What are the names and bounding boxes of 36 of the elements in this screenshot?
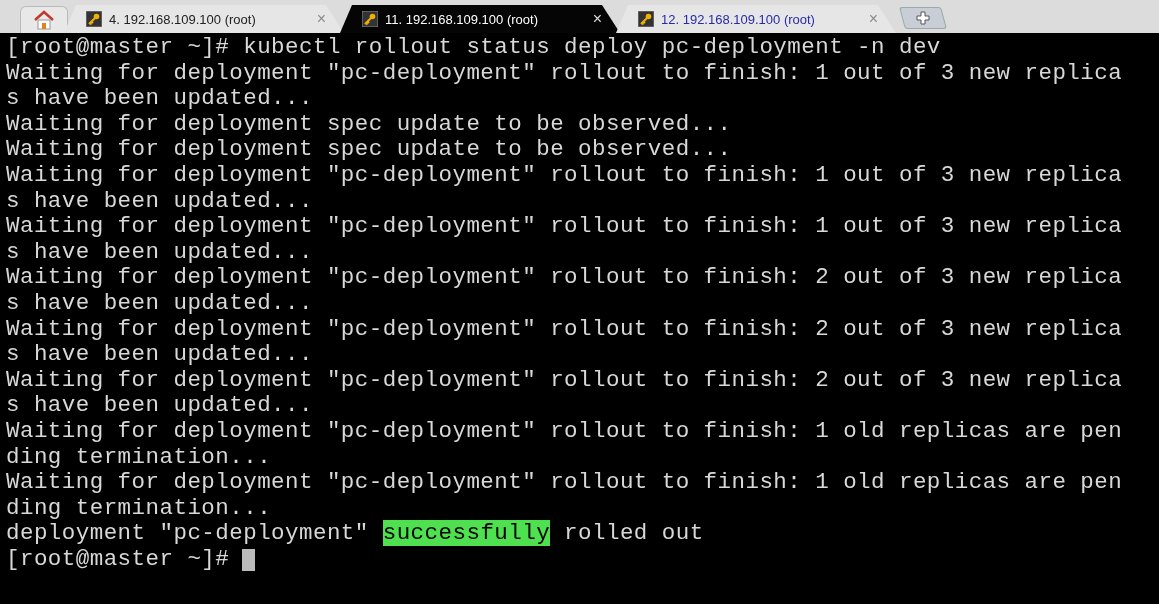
terminal-line: s have been updated... <box>6 342 314 368</box>
terminal-line: Waiting for deployment "pc-deployment" rollout to finish: 2 out of 3 new replica <box>6 265 1124 291</box>
terminal-line: s have been updated... <box>6 188 314 215</box>
plus-icon <box>916 11 930 25</box>
home-tab[interactable] <box>20 6 68 33</box>
terminal-line: ding termination... <box>6 495 273 522</box>
terminal-line: Waiting for deployment "pc-deployment" rollout to finish: 2 out of 3 new replica <box>6 367 1124 394</box>
terminal-line: Waiting for deployment "pc-deployment" rollout to finish: 1 out of 3 new replica <box>6 214 1124 240</box>
terminal-line: Waiting for deployment spec update to be observed... <box>6 111 733 138</box>
text-cursor-icon <box>242 548 256 571</box>
terminal-line: Waiting for deployment "pc-deployment" rollout to finish: 1 out of 3 new replica <box>6 162 1124 189</box>
session-tab[interactable]: 4. 192.168.109.100 (root) × <box>64 5 344 33</box>
terminal-line: s have been updated... <box>6 239 314 266</box>
close-tab-button[interactable]: × <box>592 10 602 28</box>
tab-title: 11. 192.168.109.100 (root) <box>385 11 539 27</box>
terminal-line: s have been updated... <box>6 290 314 317</box>
shell-prompt: [root@master ~]# <box>6 546 230 573</box>
terminal-line: ding termination... <box>6 444 273 471</box>
tab-title: 12. 192.168.109.100 (root) <box>661 11 816 27</box>
new-tab-button[interactable] <box>899 7 947 29</box>
terminal-line: deployment "pc-deployment" successfully rolled out <box>6 521 705 547</box>
terminal-line: Waiting for deployment "pc-deployment" rollout to finish: 1 old replicas are pen <box>6 470 1124 496</box>
session-tab[interactable]: 11. 192.168.109.100 (root) × <box>340 5 620 33</box>
terminal-line: Waiting for deployment "pc-deployment" rollout to finish: 2 out of 3 new replica <box>6 316 1124 343</box>
key-icon <box>86 11 102 27</box>
key-icon <box>362 11 378 27</box>
home-icon <box>33 10 55 30</box>
key-icon <box>638 11 654 27</box>
session-tab[interactable]: 12. 192.168.109.100 (root) × <box>616 5 896 33</box>
terminal-line: Waiting for deployment "pc-deployment" rollout to finish: 1 out of 3 new replica <box>6 60 1124 87</box>
terminal-line: s have been updated... <box>6 86 314 112</box>
terminal-line: [root@master ~]# kubectl rollout status deploy pc-deployment -n dev <box>6 35 942 61</box>
terminal-line: Waiting for deployment spec update to be observed... <box>6 137 733 163</box>
terminal-line: Waiting for deployment "pc-deployment" rollout to finish: 1 old replicas are pen <box>6 418 1124 445</box>
terminal-line: s have been updated... <box>6 393 314 419</box>
tab-title: 4. 192.168.109.100 (root) <box>109 11 257 27</box>
